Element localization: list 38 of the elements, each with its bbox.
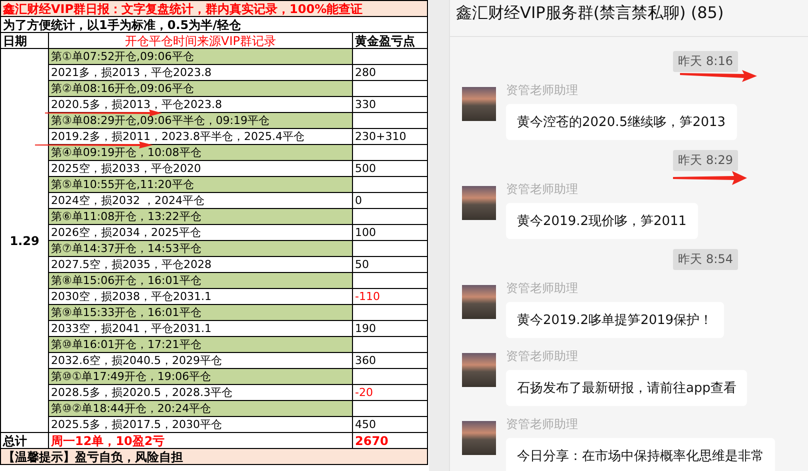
avatar-photo-placeholder bbox=[462, 285, 496, 319]
order-header-cell: 第⑩单16:01开仓，17:21平仓 bbox=[48, 336, 352, 352]
message-bubble: 今日分享：在市场中保持概率化思维是非常 bbox=[506, 438, 775, 471]
avatar-photo-placeholder bbox=[462, 87, 496, 121]
chat-title: 鑫汇财经VIP服务群(禁言禁私聊) (85) bbox=[450, 0, 808, 37]
message-bubble: 黄今涳苍的2020.5继续哆，笋2013 bbox=[506, 104, 737, 140]
timestamp: 昨天 8:54 bbox=[673, 249, 738, 270]
message-bubble: 黄今2019.2哆单提笋2019保护！ bbox=[506, 302, 724, 338]
date-cell: 1.29 bbox=[0, 48, 48, 432]
message-bubble: 石扬发布了最新研报，请前往app查看 bbox=[506, 370, 748, 406]
order-header-cell: 第②单08:16开仓,09:06平仓 bbox=[48, 80, 352, 96]
report-title: 鑫汇财经VIP群日报：文字复盘统计，群内真实记录，100%能查证 bbox=[0, 0, 428, 16]
order-header-cell: 第④单09:19开仓，10:08平仓 bbox=[48, 144, 352, 160]
table-note: 为了方便统计，以1手为标准，0.5为半/轻仓 bbox=[0, 16, 428, 32]
order-header-cell: 第⑥单11:08开仓，13:22平仓 bbox=[48, 208, 352, 224]
sender-name: 资管老师助理 bbox=[506, 416, 578, 433]
sender-name: 资管老师助理 bbox=[506, 82, 578, 99]
avatar-photo-placeholder bbox=[462, 186, 496, 220]
column-header: 日期 bbox=[0, 32, 48, 48]
timestamp: 昨天 8:16 bbox=[673, 51, 738, 72]
sender-name: 资管老师助理 bbox=[506, 181, 578, 198]
points-cell: 450 bbox=[352, 416, 428, 432]
avatar-photo-placeholder bbox=[462, 353, 496, 387]
timestamp: 昨天 8:29 bbox=[673, 150, 738, 171]
order-header-cell: 第⑧单15:06开仓，16:01平仓 bbox=[48, 272, 352, 288]
order-header-cell: 第⑨单15:33开仓，16:01平仓 bbox=[48, 304, 352, 320]
sender-name: 资管老师助理 bbox=[506, 280, 578, 297]
risk-tip: 【温馨提示】盈亏自负，风险自担 bbox=[0, 448, 428, 464]
order-header-cell: 第①单07:52开仓,09:06平仓 bbox=[48, 48, 352, 64]
order-header-cell: 第③单08:29开仓,09:06平半仓，09:19平仓 bbox=[48, 112, 352, 128]
order-header-cell: 第⑩②单18:44开仓，20:24平仓 bbox=[48, 400, 352, 416]
order-header-cell: 第⑤单10:55开仓,11:20平仓 bbox=[48, 176, 352, 192]
message-bubble: 黄今2019.2现价哆，笋2011 bbox=[506, 203, 698, 239]
table-cell: 2025.5多，损2017.5，2030平仓 bbox=[48, 416, 352, 432]
sender-name: 资管老师助理 bbox=[506, 348, 578, 365]
order-header-cell: 第⑦单14:37开仓，14:53平仓 bbox=[48, 240, 352, 256]
avatar-photo-placeholder bbox=[462, 421, 496, 455]
order-header-cell: 第⑩①单17:49开仓，19:06平仓 bbox=[48, 368, 352, 384]
